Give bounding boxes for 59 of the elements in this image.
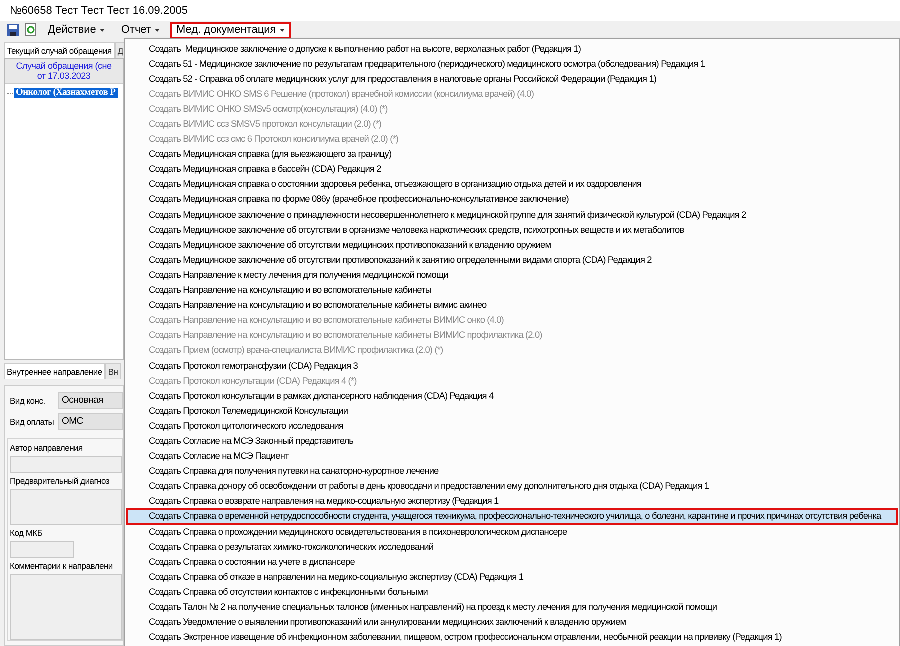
menu-item[interactable]: Создать Экстренное извещение об инфекционном заболевании, пищевом, остром профессиональном отравлении, необычной реакции на прививку (Редакция 1) xyxy=(127,630,897,645)
tree-connector xyxy=(7,92,13,94)
select-field[interactable]: Основная xyxy=(58,392,123,409)
input-field[interactable] xyxy=(10,456,122,473)
menu-item[interactable]: Создать Медицинская справка в бассейн (CDA) Редакция 2 xyxy=(127,162,897,177)
tab[interactable]: Внутреннее направление xyxy=(4,363,106,379)
input-field[interactable] xyxy=(10,574,122,640)
menu-item[interactable]: Создать 52 - Справка об оплате медицинских услуг для предоставления в налоговые органы Российской Федерации (Редакция 1) xyxy=(127,71,897,86)
menu-item[interactable]: Создать Справка о прохождении медицинского освидетельствования в психоневрологическом диспансере xyxy=(127,524,897,540)
menu-item[interactable]: Создать Уведомление о выявлении противопоказаний или аннулировании медицинских заключений к владению оружием xyxy=(127,614,897,630)
input-field[interactable] xyxy=(10,541,74,558)
window-title: №60658 Тест Тест Тест 16.09.2005 xyxy=(10,4,188,16)
save-icon[interactable] xyxy=(6,23,20,37)
menu-item[interactable]: Создать Протокол консультации в рамках диспансерного наблюдения (CDA) Редакция 4 xyxy=(127,388,897,404)
menu-item[interactable]: Создать 51 - Медицинское заключение по результатам предварительного (периодического) медицинского осмотра (обследования) Редакция 1 xyxy=(127,56,897,72)
menu-item[interactable]: Создать Медицинская справка (для выезжающего за границу) xyxy=(127,146,897,162)
caret-icon xyxy=(280,28,286,32)
caret-icon xyxy=(155,28,160,32)
select-field[interactable]: ОМС xyxy=(58,413,123,430)
tab[interactable]: Текущий случай обращения xyxy=(4,42,115,58)
menu-item[interactable]: Создать Согласие на МСЭ Пациент xyxy=(127,448,897,464)
menu-item[interactable]: Создать Протокол цитологического исследования xyxy=(127,418,897,434)
field-label: Вид оплаты xyxy=(10,416,54,426)
menu-item[interactable]: Создать Справка о временной нетрудоспособности студента, учащегося техникума, профессионально-технического училища, о болезни, карантине и прочих причинах отсутствия ребенка xyxy=(127,508,897,524)
menu-item[interactable]: Создать Медицинское заключение об отсутствии в организме человека наркотических средств, психотропных веществ и их метаболитов xyxy=(127,222,897,238)
caret-icon xyxy=(100,28,106,32)
menu-item[interactable]: Создать Направление на консультацию и во вспомогательные кабинеты xyxy=(127,282,897,298)
case-header-text: Случай обращения (сне xyxy=(16,61,112,71)
menu-item[interactable]: Создать Медицинское заключение об отсутствии противопоказаний к занятию определенными видами спорта (CDA) Редакция 2 xyxy=(127,252,897,268)
menu-item[interactable]: Создать Справка о результатах химико-токсикологических исследований xyxy=(127,539,897,554)
menu-item[interactable]: Создать Медицинское заключение об отсутствии медицинских противопоказаний к владению оружием xyxy=(127,237,897,252)
menu-button[interactable]: Отчет xyxy=(115,22,166,38)
tab[interactable]: Вн xyxy=(105,363,122,379)
case-header-text: от 17.03.2023 xyxy=(37,71,91,81)
menu-item[interactable]: Создать Талон № 2 на получение специальных талонов (именных направлений) на проезд к месту лечения для получения медицинской помощи xyxy=(127,599,897,615)
menu-item[interactable]: Создать Направление к месту лечения для получения медицинской помощи xyxy=(127,267,897,282)
menu-item[interactable]: Создать Протокол гемотрансфузии (CDA) Редакция 3 xyxy=(127,358,897,374)
field-label: Автор направления xyxy=(10,443,83,453)
menu-item[interactable]: Создать Справка об отказе в направлении на медико-социальную экспертизу (CDA) Редакция 1 xyxy=(127,569,897,584)
input-field[interactable] xyxy=(10,489,122,525)
menu-item[interactable]: Создать Протокол Телемедицинской Консультации xyxy=(127,403,897,418)
menu-item[interactable]: Создать Медицинское заключение о допуске к выполнению работ на высоте, верхолазных работ (Редакция 1) xyxy=(127,41,897,56)
menu-button[interactable]: Действие xyxy=(42,22,112,38)
menu-item[interactable]: Создать Медицинское заключение о принадлежности несовершеннолетнего к медицинской группе для занятий физической культурой (CDA) Редакция 2 xyxy=(127,207,897,222)
field-label: Комментарии к направлени xyxy=(10,561,113,571)
menu-item[interactable]: Создать Медицинская справка о состоянии здоровья ребенка, отъезжающего в организацию отдыха детей и их оздоровления xyxy=(127,176,897,192)
field-label: Вид конс. xyxy=(10,396,46,406)
menu-item[interactable]: Создать Направление на консультацию и во вспомогательные кабинеты вимис акинео xyxy=(127,298,897,313)
field-label: Предварительный диагноз xyxy=(10,476,110,486)
menu-item[interactable]: Создать Справка о состоянии на учете в диспансере xyxy=(127,554,897,570)
menu-item[interactable]: Создать Справка об отсутствии контактов с инфекционными больными xyxy=(127,584,897,600)
tree-item[interactable]: Онколог (Хазнахметов Р xyxy=(14,88,118,98)
menu-button[interactable]: Мед. документация xyxy=(170,22,292,38)
menu-item[interactable]: Создать Согласие на МСЭ Законный представитель xyxy=(127,433,897,449)
menu-item[interactable]: Создать Справка о возврате направления на медико-социальную экспертизу (Редакция 1 xyxy=(127,494,897,509)
menu-item[interactable]: Создать Справка для получения путевки на санаторно-курортное лечение xyxy=(127,464,897,479)
menu-item[interactable]: Создать Медицинская справка по форме 086у (врачебное профессионально-консультативное заключение) xyxy=(127,192,897,208)
menu-item[interactable]: Создать Справка донору об освобождении от работы в день кровосдачи и предоставлении ему дополнительного дня отдыха (CDA) Редакция 1 xyxy=(127,478,897,494)
field-label: Код МКБ xyxy=(10,528,43,538)
